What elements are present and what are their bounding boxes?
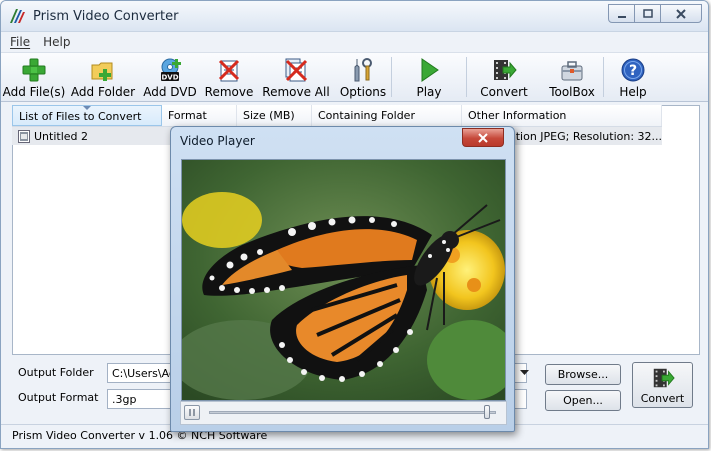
video-player-title: Video Player xyxy=(180,134,255,148)
toolbox-icon xyxy=(561,61,583,81)
play-label: Play xyxy=(416,85,442,99)
remove-label: Remove xyxy=(204,85,254,99)
open-button[interactable]: Open... xyxy=(545,390,621,411)
maximize-icon xyxy=(642,9,653,18)
minimize-button[interactable] xyxy=(608,4,635,23)
options-button[interactable]: Options xyxy=(335,53,391,101)
help-icon: ? xyxy=(621,58,645,82)
help-button[interactable]: ? Help xyxy=(604,53,662,101)
menu-file[interactable]: File xyxy=(10,35,30,49)
video-player-close-button[interactable] xyxy=(462,128,504,147)
column-header-other-information[interactable]: Other Information xyxy=(462,105,662,126)
options-tools-icon xyxy=(354,58,372,82)
remove-icon xyxy=(218,59,240,82)
file-row-name: Untitled 2 xyxy=(34,129,89,143)
add-files-label: Add File(s) xyxy=(2,85,66,99)
video-file-icon xyxy=(18,129,30,143)
help-label: Help xyxy=(619,85,647,99)
dvd-icon: DVD xyxy=(161,58,181,82)
folder-add-icon xyxy=(91,62,113,81)
add-folder-label: Add Folder xyxy=(70,85,136,99)
add-plus-icon xyxy=(22,58,46,82)
file-list-header: List of Files to Convert Format Size (MB… xyxy=(12,105,662,127)
close-icon xyxy=(676,8,686,19)
column-header-containing-folder[interactable]: Containing Folder xyxy=(312,105,462,126)
toolbar: Add File(s) Add Folder DVD Add DVD Remov… xyxy=(1,53,708,102)
add-folder-button[interactable]: Add Folder xyxy=(67,53,139,101)
play-button[interactable]: Play xyxy=(392,53,466,101)
column-header-format[interactable]: Format xyxy=(162,105,237,126)
browse-button[interactable]: Browse... xyxy=(545,364,621,385)
add-dvd-button[interactable]: DVD Add DVD xyxy=(139,53,201,101)
column-header-size[interactable]: Size (MB) xyxy=(237,105,312,126)
menu-bar: File Help xyxy=(1,32,708,53)
svg-text:?: ? xyxy=(629,63,637,79)
convert-button-label: Convert xyxy=(640,391,685,405)
caption-buttons xyxy=(608,4,702,23)
toolbox-label: ToolBox xyxy=(549,85,595,99)
film-convert-icon xyxy=(653,368,675,387)
player-controls xyxy=(180,401,507,425)
window-title: Prism Video Converter xyxy=(33,8,179,24)
close-icon xyxy=(478,132,488,143)
app-icon xyxy=(10,9,25,23)
column-header-file-name[interactable]: List of Files to Convert xyxy=(12,105,162,126)
output-format-label: Output Format xyxy=(18,391,99,404)
file-row-other-information: ation JPEG; Resolution: 32... xyxy=(509,129,663,143)
toolbox-button[interactable]: ToolBox xyxy=(541,53,603,101)
remove-all-label: Remove All xyxy=(262,85,330,99)
video-frame[interactable] xyxy=(181,159,506,401)
title-bar[interactable]: Prism Video Converter xyxy=(1,1,708,32)
add-dvd-label: Add DVD xyxy=(143,85,197,99)
maximize-button[interactable] xyxy=(634,4,661,23)
dvd-badge-text: DVD xyxy=(161,74,178,82)
video-player-dialog[interactable]: Video Player xyxy=(170,126,515,432)
options-label: Options xyxy=(339,85,387,99)
pause-button[interactable] xyxy=(184,405,200,420)
play-icon xyxy=(421,58,439,82)
film-convert-icon xyxy=(494,60,517,80)
close-button[interactable] xyxy=(660,4,702,23)
column-header-file-name-text: List of Files to Convert xyxy=(19,110,142,123)
add-files-button[interactable]: Add File(s) xyxy=(1,53,67,101)
menu-help[interactable]: Help xyxy=(43,35,70,49)
convert-button[interactable]: Convert xyxy=(632,362,693,408)
minimize-icon xyxy=(617,15,626,18)
butterfly-image xyxy=(182,160,505,400)
chevron-down-icon[interactable] xyxy=(520,370,529,376)
sort-arrow-icon xyxy=(83,106,91,110)
convert-toolbar-label: Convert xyxy=(480,85,528,99)
remove-all-button[interactable]: Remove All xyxy=(257,53,335,101)
seek-track[interactable] xyxy=(209,411,496,414)
convert-toolbar-button[interactable]: Convert xyxy=(467,53,541,101)
remove-button[interactable]: Remove xyxy=(201,53,257,101)
remove-all-icon xyxy=(285,58,308,82)
seek-thumb[interactable] xyxy=(484,405,490,419)
output-folder-label: Output Folder xyxy=(18,366,94,379)
